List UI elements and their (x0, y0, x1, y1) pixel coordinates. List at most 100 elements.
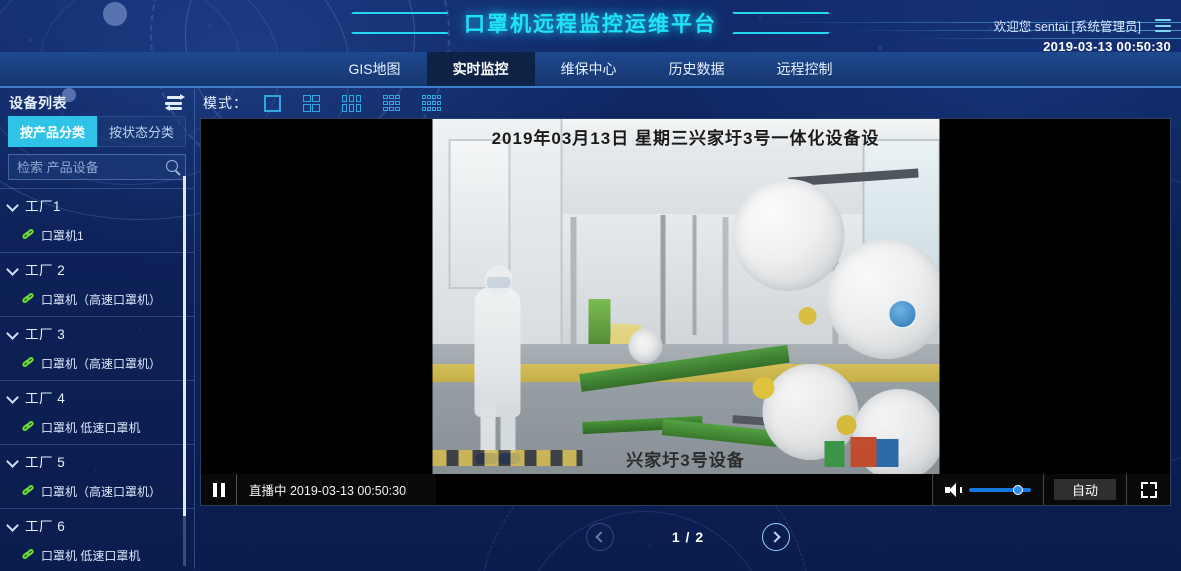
title-bracket-left-icon (352, 10, 448, 36)
tree-leaf-device[interactable]: 口罩机1 (0, 221, 194, 252)
tab-remote-control[interactable]: 远程控制 (751, 52, 859, 86)
sidebar-tab-by-product[interactable]: 按产品分类 (8, 116, 97, 147)
volume-slider-knob[interactable] (1013, 484, 1023, 495)
link-status-icon (21, 420, 35, 434)
tree-node-factory-6[interactable]: 工厂 6 (0, 509, 194, 541)
sidebar-tabs: 按产品分类 按状态分类 (8, 116, 186, 147)
pager-prev-button[interactable] (585, 523, 614, 551)
volume-slider[interactable] (969, 484, 1031, 495)
tree-group: 工厂 6 口罩机 低速口罩机 (0, 509, 194, 569)
link-status-icon (21, 484, 35, 498)
chevron-down-icon[interactable] (7, 520, 18, 531)
tree-group: 工厂 3 口罩机（高速口罩机） (0, 317, 194, 381)
layout-1x1-icon[interactable] (264, 94, 281, 112)
sliders-filter-icon[interactable] (165, 93, 185, 111)
fullscreen-button[interactable] (1126, 474, 1170, 505)
link-status-icon (21, 228, 35, 242)
tree-node-label: 工厂 5 (25, 455, 66, 470)
tree-node-factory-5[interactable]: 工厂 5 (0, 445, 194, 477)
app-root: 口罩机远程监控运维平台 欢迎您 sentai [系统管理员] 2019-03-1… (0, 0, 1181, 571)
sidebar-title: 设备列表 (9, 95, 67, 111)
tree-node-label: 工厂 3 (25, 327, 66, 342)
tree-leaf-device[interactable]: 口罩机（高速口罩机） (0, 349, 194, 380)
tab-gis-map[interactable]: GIS地图 (322, 52, 426, 86)
tree-node-label: 工厂1 (25, 199, 62, 214)
tree-leaf-device[interactable]: 口罩机 低速口罩机 (0, 541, 194, 569)
chevron-down-icon[interactable] (7, 264, 18, 275)
tree-leaf-label: 口罩机（高速口罩机） (41, 293, 162, 307)
tree-leaf-label: 口罩机 低速口罩机 (41, 421, 141, 435)
chevron-down-icon[interactable] (7, 392, 18, 403)
volume-control[interactable] (933, 474, 1044, 505)
live-status-text: 直播中 2019-03-13 00:50:30 (249, 484, 407, 498)
tree-node-factory-4[interactable]: 工厂 4 (0, 381, 194, 413)
fullscreen-icon[interactable] (1140, 481, 1157, 498)
tree-leaf-label: 口罩机（高速口罩机） (41, 357, 162, 371)
mode-icon-group (264, 94, 441, 112)
chevron-down-icon[interactable] (7, 328, 18, 339)
tree-node-factory-2[interactable]: 工厂 2 (0, 253, 194, 285)
tree-node-factory-1[interactable]: 工厂1 (0, 189, 194, 221)
sidebar-tab-by-status[interactable]: 按状态分类 (97, 116, 186, 147)
device-tree: 工厂1 口罩机1 工厂 2 口罩机（高速口罩机） 工厂 3 口罩机（高速口罩机）… (0, 188, 194, 569)
sidebar-scrollbar[interactable] (183, 176, 186, 566)
tree-group: 工厂 2 口罩机（高速口罩机） (0, 253, 194, 317)
video-pager: 1 / 2 (195, 506, 1181, 568)
player-left-group: 直播中 2019-03-13 00:50:30 (201, 474, 436, 505)
tab-history-data[interactable]: 历史数据 (643, 52, 751, 86)
video-stream[interactable]: 2019年03月13日 星期三兴家圩3号一体化设备设 兴家圩3号设备 (432, 119, 939, 474)
tree-node-label: 工厂 6 (25, 519, 66, 534)
main-nav: GIS地图 实时监控 维保中心 历史数据 远程控制 (0, 52, 1181, 88)
layout-4x3-icon[interactable] (422, 94, 441, 112)
pause-icon[interactable] (201, 474, 237, 505)
hamburger-menu-icon[interactable] (1155, 19, 1171, 32)
pager-next-button[interactable] (762, 523, 791, 551)
layout-2x2-icon[interactable] (303, 94, 320, 112)
player-right-group: 自动 (932, 474, 1170, 505)
volume-icon[interactable] (945, 482, 962, 497)
search-icon[interactable] (166, 160, 178, 172)
layout-mode-bar: 模式： (195, 88, 1181, 118)
player-spacer (436, 474, 932, 505)
app-body: 设备列表 按产品分类 按状态分类 工厂1 (0, 88, 1181, 569)
tab-maintenance-center[interactable]: 维保中心 (535, 52, 643, 86)
tree-node-label: 工厂 4 (25, 391, 66, 406)
scene-overlay-tint (432, 119, 939, 474)
tree-leaf-label: 口罩机 低速口罩机 (41, 549, 141, 563)
tree-leaf-device[interactable]: 口罩机 低速口罩机 (0, 413, 194, 444)
tree-leaf-label: 口罩机1 (41, 229, 84, 243)
layout-3x2-icon[interactable] (342, 94, 361, 112)
sidebar-scrollbar-thumb[interactable] (183, 176, 186, 516)
tree-group: 工厂 5 口罩机（高速口罩机） (0, 445, 194, 509)
tree-leaf-device[interactable]: 口罩机（高速口罩机） (0, 477, 194, 508)
mode-label: 模式： (203, 95, 248, 111)
welcome-text: 欢迎您 sentai [系统管理员] (993, 20, 1141, 34)
quality-auto-button[interactable]: 自动 (1054, 479, 1116, 500)
tree-node-label: 工厂 2 (25, 263, 66, 278)
sidebar-header: 设备列表 (0, 88, 194, 114)
link-status-icon (21, 548, 35, 562)
user-area: 欢迎您 sentai [系统管理员] 2019-03-13 00:50:30 (994, 16, 1171, 54)
title-bracket-right-icon (733, 10, 829, 36)
link-status-icon (21, 292, 35, 306)
chevron-right-icon (768, 531, 781, 543)
chevron-down-icon[interactable] (7, 200, 18, 211)
tree-group: 工厂1 口罩机1 (0, 188, 194, 253)
tab-realtime-monitor[interactable]: 实时监控 (426, 52, 535, 86)
app-header: 口罩机远程监控运维平台 欢迎您 sentai [系统管理员] 2019-03-1… (0, 0, 1181, 54)
tree-leaf-device[interactable]: 口罩机（高速口罩机） (0, 285, 194, 316)
device-search-box[interactable] (8, 154, 194, 180)
page-title: 口罩机远程监控运维平台 (464, 13, 717, 36)
device-sidebar: 设备列表 按产品分类 按状态分类 工厂1 (0, 88, 195, 569)
chevron-left-icon (595, 531, 608, 543)
video-panel[interactable]: 2019年03月13日 星期三兴家圩3号一体化设备设 兴家圩3号设备 直播中 2… (200, 118, 1171, 506)
tree-group: 工厂 4 口罩机 低速口罩机 (0, 381, 194, 445)
monitor-main: 模式： 2019年03月13日 星期三兴家圩3号一体化设备设 兴家圩3号设备 直… (195, 88, 1181, 569)
chevron-down-icon[interactable] (7, 456, 18, 467)
video-player-controls: 直播中 2019-03-13 00:50:30 自动 (201, 474, 1170, 505)
layout-3x3-icon[interactable] (383, 94, 400, 112)
link-status-icon (21, 356, 35, 370)
tree-leaf-label: 口罩机（高速口罩机） (41, 485, 162, 499)
tree-node-factory-3[interactable]: 工厂 3 (0, 317, 194, 349)
pager-label: 1 / 2 (671, 529, 705, 545)
